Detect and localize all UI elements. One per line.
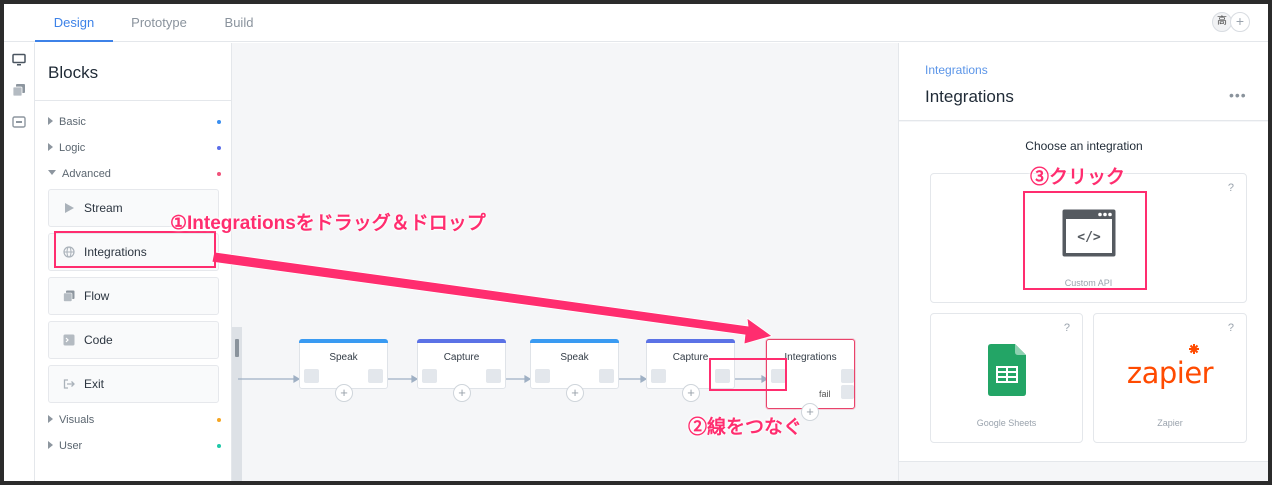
annotation-step2: ②線をつなぐ: [688, 417, 803, 438]
block-label: Flow: [84, 289, 110, 303]
category-advanced[interactable]: Advanced: [48, 167, 111, 181]
annotation-step1: ①Integrationsをドラッグ＆ドロップ: [170, 213, 486, 234]
category-label: Logic: [59, 142, 86, 154]
annotation-step3: ③クリック: [1030, 167, 1126, 188]
tab-build[interactable]: Build: [209, 4, 269, 42]
node-label: Capture: [443, 352, 480, 363]
panel-header: Integrations Integrations •••: [899, 43, 1268, 121]
capture-node[interactable]: Capture: [417, 339, 506, 389]
category-dot: [217, 418, 221, 422]
block-label: Exit: [84, 377, 105, 391]
library-icon[interactable]: [12, 83, 26, 97]
category-visuals[interactable]: Visuals: [48, 413, 94, 427]
zapier-card[interactable]: ? zapier Zapier: [1093, 313, 1247, 443]
node-label: Speak: [560, 352, 589, 363]
category-label: User: [59, 440, 83, 452]
block-exit[interactable]: Exit: [48, 365, 219, 403]
output-port[interactable]: [599, 369, 614, 383]
play-icon: [65, 203, 74, 213]
node-color-bar: [530, 339, 619, 343]
category-label: Visuals: [59, 414, 95, 426]
category-dot: [217, 146, 221, 150]
google-sheets-icon: [988, 344, 1026, 396]
input-port[interactable]: [651, 369, 666, 383]
block-code[interactable]: Code: [48, 321, 219, 359]
help-icon[interactable]: ?: [1228, 182, 1234, 194]
node-label: Speak: [329, 352, 358, 363]
category-user[interactable]: User: [48, 439, 82, 453]
block-label: Code: [84, 333, 113, 347]
add-step-button[interactable]: +: [801, 403, 819, 421]
code-icon: [63, 334, 75, 346]
help-icon[interactable]: ?: [1228, 322, 1234, 334]
block-label: Stream: [84, 201, 123, 215]
add-step-button[interactable]: +: [335, 384, 353, 402]
integration-label: Zapier: [1157, 418, 1183, 428]
caret-right-icon: [48, 415, 53, 423]
fail-port[interactable]: [841, 385, 854, 399]
user-avatar[interactable]: 高: [1212, 12, 1232, 32]
add-step-button[interactable]: +: [566, 384, 584, 402]
node-color-bar: [299, 339, 388, 343]
add-step-button[interactable]: +: [453, 384, 471, 402]
output-port[interactable]: [486, 369, 501, 383]
success-port[interactable]: [841, 369, 854, 383]
template-icon[interactable]: [12, 115, 26, 129]
caret-right-icon: [48, 441, 53, 449]
chooser-title: Choose an integration: [1025, 139, 1143, 153]
breadcrumb[interactable]: Integrations: [925, 63, 988, 77]
icon-rail: [4, 43, 35, 481]
flow-icon: [63, 290, 75, 302]
more-options-icon[interactable]: •••: [1229, 87, 1247, 103]
block-flow[interactable]: Flow: [48, 277, 219, 315]
add-collaborator-button[interactable]: +: [1230, 12, 1250, 32]
exit-icon: [63, 379, 75, 389]
speak-node[interactable]: Speak: [530, 339, 619, 389]
integration-label: Google Sheets: [976, 418, 1037, 428]
annotation-box-integrations: [54, 231, 216, 268]
output-port[interactable]: [368, 369, 383, 383]
caret-right-icon: [48, 143, 53, 151]
zapier-asterisk-icon: [1189, 344, 1199, 354]
top-bar: Design Prototype Build 高 +: [4, 4, 1268, 42]
divider: [35, 100, 232, 101]
annotation-box-custom-api: [1023, 191, 1147, 290]
fail-label: fail: [819, 389, 831, 399]
category-basic[interactable]: Basic: [48, 115, 86, 129]
tab-prototype[interactable]: Prototype: [119, 4, 199, 42]
category-dot: [217, 444, 221, 448]
input-port[interactable]: [422, 369, 437, 383]
help-icon[interactable]: ?: [1064, 322, 1070, 334]
input-port[interactable]: [304, 369, 319, 383]
annotation-box-connection: [709, 358, 787, 391]
tab-design[interactable]: Design: [35, 4, 113, 42]
caret-right-icon: [48, 117, 53, 125]
caret-down-icon: [48, 170, 56, 175]
input-port[interactable]: [535, 369, 550, 383]
monitor-icon[interactable]: [12, 53, 26, 67]
category-dot: [217, 172, 221, 176]
blocks-title: Blocks: [48, 63, 99, 82]
category-label: Advanced: [62, 168, 111, 180]
speak-node[interactable]: Speak: [299, 339, 388, 389]
zapier-logo: zapier: [1126, 356, 1214, 390]
node-color-bar: [646, 339, 735, 343]
panel-title: Integrations: [925, 87, 1014, 106]
category-logic[interactable]: Logic: [48, 141, 85, 155]
google-sheets-card[interactable]: ? Google Sheets: [930, 313, 1083, 443]
category-label: Basic: [59, 116, 86, 128]
add-step-button[interactable]: +: [682, 384, 700, 402]
category-dot: [217, 120, 221, 124]
node-color-bar: [417, 339, 506, 343]
